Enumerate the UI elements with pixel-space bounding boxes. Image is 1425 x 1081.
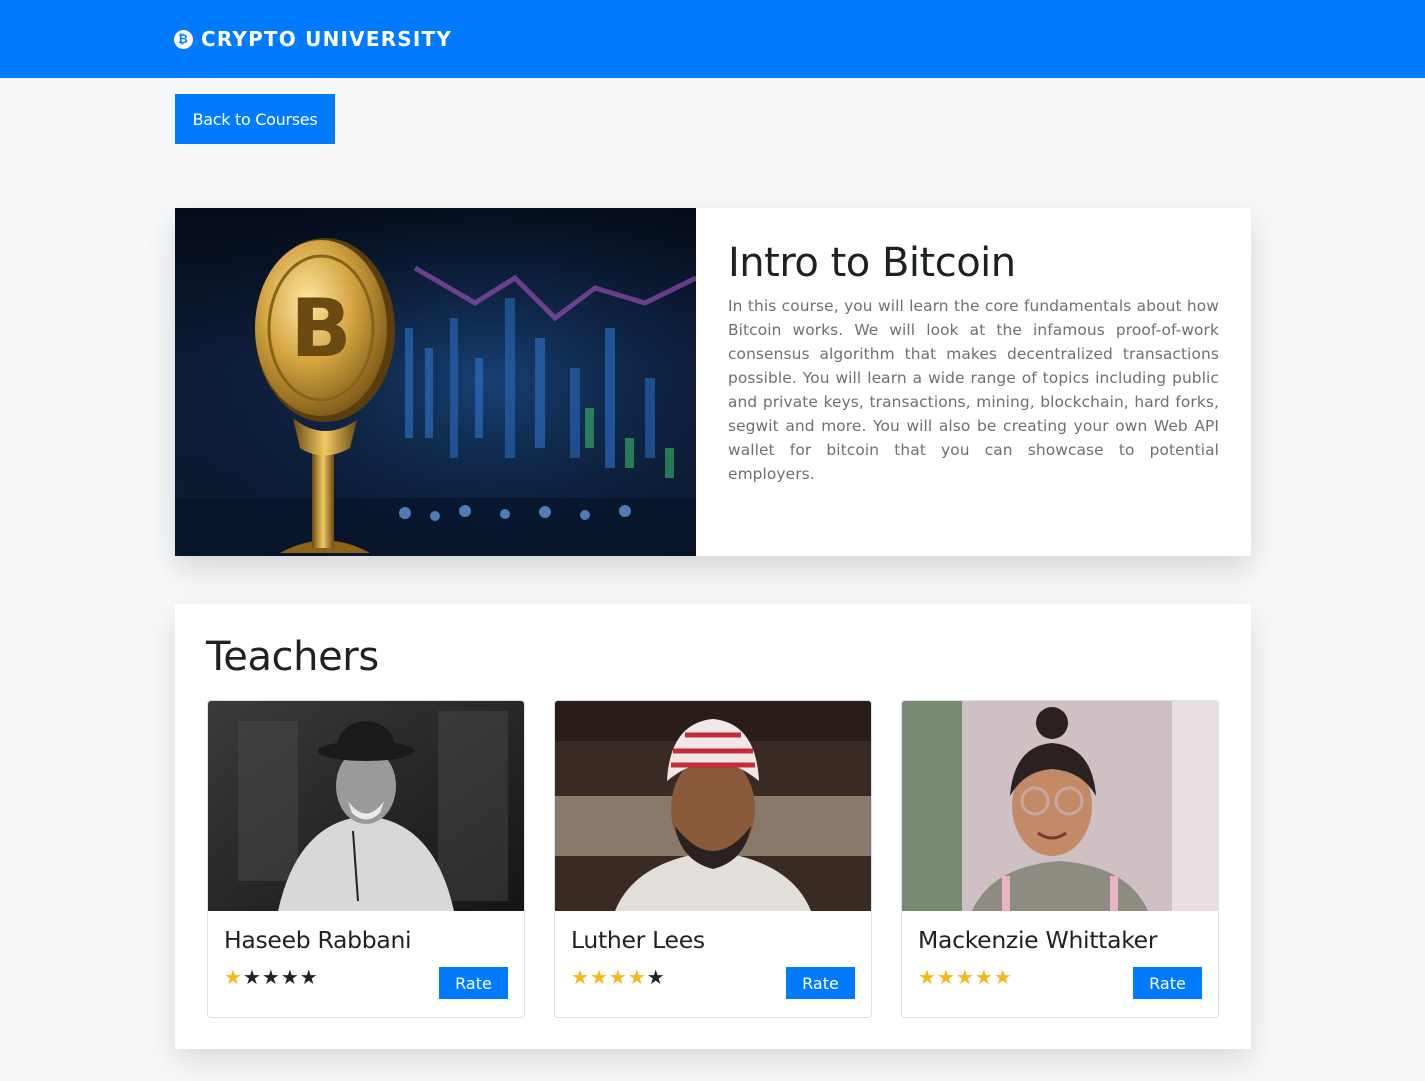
star-icon[interactable]: ★ xyxy=(590,967,608,987)
teacher-photo xyxy=(555,701,871,911)
course-image: B xyxy=(175,208,696,556)
star-icon[interactable]: ★ xyxy=(300,967,318,987)
teacher-name: Haseeb Rabbani xyxy=(224,926,412,954)
star-icon[interactable]: ★ xyxy=(281,967,299,987)
course-description: In this course, you will learn the core … xyxy=(728,297,1219,483)
bitcoin-coin-illustration: B xyxy=(175,208,696,556)
star-icon[interactable]: ★ xyxy=(224,967,242,987)
star-icon[interactable]: ★ xyxy=(975,967,993,987)
star-icon[interactable]: ★ xyxy=(994,967,1012,987)
svg-text:B: B xyxy=(291,282,352,375)
star-icon[interactable]: ★ xyxy=(937,967,955,987)
star-icon[interactable]: ★ xyxy=(628,967,646,987)
teacher-rating: ★ ★ ★ ★ ★ xyxy=(224,967,318,987)
teachers-heading: Teachers xyxy=(206,634,379,680)
teacher-card: Mackenzie Whittaker ★ ★ ★ ★ ★ Rate xyxy=(901,700,1219,1018)
teacher-rating: ★ ★ ★ ★ ★ xyxy=(918,967,1012,987)
star-icon[interactable]: ★ xyxy=(956,967,974,987)
star-icon[interactable]: ★ xyxy=(262,967,280,987)
rate-button[interactable]: Rate xyxy=(1133,967,1202,999)
teacher-card: Haseeb Rabbani ★ ★ ★ ★ ★ Rate xyxy=(207,700,525,1018)
star-icon[interactable]: ★ xyxy=(243,967,261,987)
brand-label: CRYPTO UNIVERSITY xyxy=(201,27,453,51)
course-title: Intro to Bitcoin xyxy=(728,240,1016,286)
rate-button[interactable]: Rate xyxy=(439,967,508,999)
navbar: ₿ CRYPTO UNIVERSITY xyxy=(0,0,1425,78)
back-to-courses-button[interactable]: Back to Courses xyxy=(175,94,335,144)
rate-button[interactable]: Rate xyxy=(786,967,855,999)
star-icon[interactable]: ★ xyxy=(918,967,936,987)
teacher-list: Haseeb Rabbani ★ ★ ★ ★ ★ Rate Luther Lee… xyxy=(207,700,1219,1018)
teacher-photo xyxy=(902,701,1218,911)
star-icon[interactable]: ★ xyxy=(609,967,627,987)
course-card: B Intro to Bitcoin In this course, you w… xyxy=(175,208,1251,556)
course-body: Intro to Bitcoin In this course, you wil… xyxy=(696,208,1251,556)
teacher-photo xyxy=(208,701,524,911)
teacher-name: Mackenzie Whittaker xyxy=(918,926,1158,954)
teacher-card: Luther Lees ★ ★ ★ ★ ★ Rate xyxy=(554,700,872,1018)
teacher-rating: ★ ★ ★ ★ ★ xyxy=(571,967,665,987)
teachers-section: Teachers Haseeb Rabbani ★ ★ ★ ★ ★ Rate L… xyxy=(175,604,1251,1049)
star-icon[interactable]: ★ xyxy=(571,967,589,987)
star-icon[interactable]: ★ xyxy=(647,967,665,987)
brand-link[interactable]: ₿ CRYPTO UNIVERSITY xyxy=(174,26,452,52)
teacher-name: Luther Lees xyxy=(571,926,705,954)
bitcoin-coin-icon: ₿ xyxy=(174,29,193,49)
